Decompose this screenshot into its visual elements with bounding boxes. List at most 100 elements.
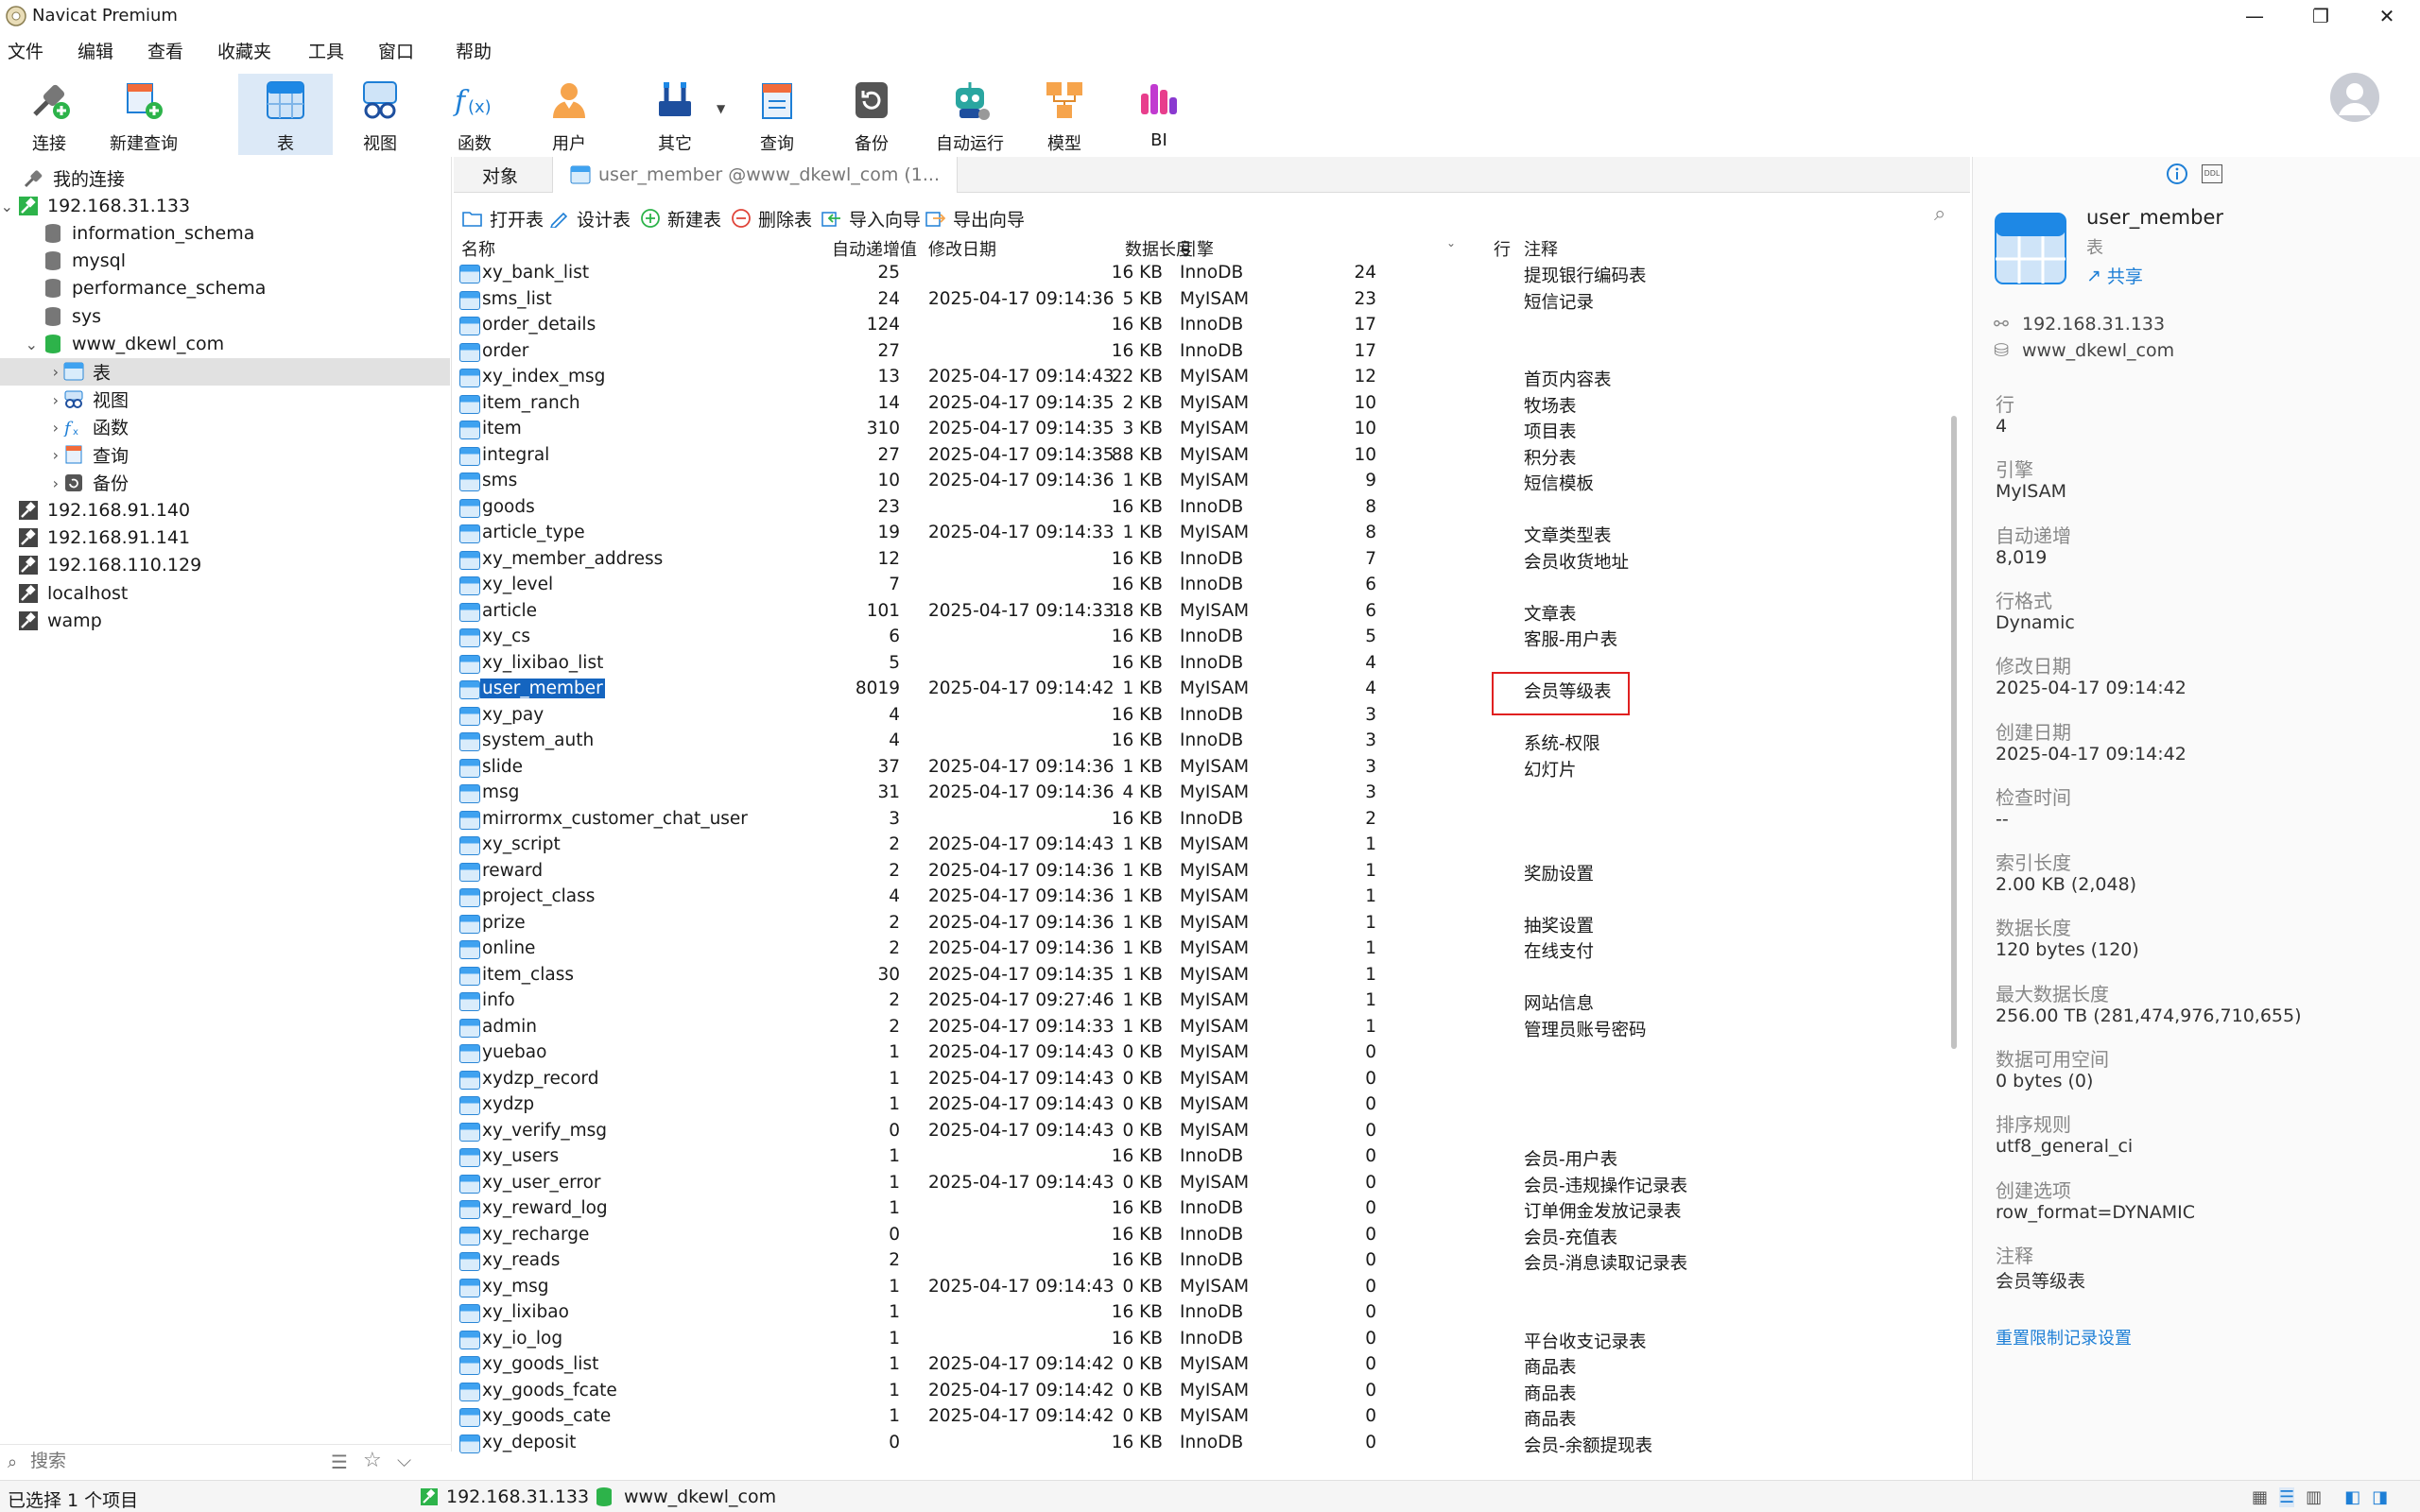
tree-item-192-168-31-133[interactable]: ⌄ 192.168.31.133 bbox=[0, 192, 450, 219]
toolbar-other-button[interactable]: 其它 bbox=[628, 74, 722, 155]
menu-help[interactable]: 帮助 bbox=[456, 38, 492, 63]
tree-item-[interactable]: › f x 函数 bbox=[0, 413, 450, 440]
open-table-button[interactable]: 打开表 bbox=[461, 204, 544, 232]
menu-view[interactable]: 查看 bbox=[147, 38, 183, 63]
expand-chevron-icon[interactable]: › bbox=[0, 389, 62, 410]
tree-item-[interactable]: › 表 bbox=[0, 357, 450, 386]
table-row[interactable]: xy_reward_log 1 16 KB InnoDB 0 订单佣金发放记录表 bbox=[454, 1196, 1947, 1223]
tree-search-input[interactable] bbox=[30, 1449, 314, 1473]
tree-item-performance-schema[interactable]: performance_schema bbox=[0, 275, 450, 302]
toolbar-query-button[interactable]: 查询 bbox=[730, 74, 824, 155]
tree-item-localhost[interactable]: localhost bbox=[0, 579, 450, 607]
import-wizard-button[interactable]: 导入向导 bbox=[821, 204, 921, 232]
toolbar-automation-button[interactable]: 自动运行 bbox=[921, 74, 1019, 155]
other-dropdown-arrow-icon[interactable]: ▼ bbox=[717, 102, 725, 115]
tree-item-www-dkewl-com[interactable]: ⌄ www_dkewl_com bbox=[0, 331, 450, 358]
expand-chevron-icon[interactable]: ⌄ bbox=[0, 334, 42, 354]
expand-chevron-icon[interactable]: › bbox=[0, 472, 62, 493]
ddl-tab-icon[interactable]: DDL bbox=[2202, 164, 2222, 183]
table-row[interactable]: item_ranch 14 2025-04-17 09:14:35 2 KB MyISA… bbox=[454, 391, 1947, 418]
list-view-icon[interactable]: ☰ bbox=[2279, 1487, 2295, 1507]
favorite-star-icon[interactable]: ☆ bbox=[363, 1449, 382, 1472]
tree-item-mysql[interactable]: mysql bbox=[0, 248, 450, 275]
tab-objects[interactable]: 对象 bbox=[465, 157, 535, 193]
expand-chevron-icon[interactable]: ⌄ bbox=[0, 196, 17, 216]
table-row[interactable]: admin 2 2025-04-17 09:14:33 1 KB MyISAM 1 管理员账… bbox=[454, 1015, 1947, 1041]
col-header-name[interactable]: 名称 bbox=[461, 236, 495, 260]
table-row[interactable]: xy_verify_msg 0 2025-04-17 09:14:43 0 KB MyI… bbox=[454, 1119, 1947, 1145]
export-wizard-button[interactable]: 导出向导 bbox=[925, 204, 1025, 232]
menu-file[interactable]: 文件 bbox=[8, 38, 43, 63]
tree-item-192-168-91-141[interactable]: 192.168.91.141 bbox=[0, 524, 450, 552]
toolbar-function-button[interactable]: f (x) 函数 bbox=[427, 74, 522, 155]
table-row[interactable]: msg 31 2025-04-17 09:14:36 4 KB MyISAM 3 bbox=[454, 781, 1947, 807]
info-tab-icon[interactable] bbox=[2166, 163, 2188, 185]
table-row[interactable]: xy_msg 1 2025-04-17 09:14:43 0 KB MyISAM 0 bbox=[454, 1275, 1947, 1301]
toggle-right-pane-icon[interactable]: ◨ bbox=[2372, 1487, 2388, 1507]
table-row[interactable]: xydzp_record 1 2025-04-17 09:14:43 0 KB MyIS… bbox=[454, 1067, 1947, 1093]
tree-item-192-168-91-140[interactable]: 192.168.91.140 bbox=[0, 496, 450, 524]
tree-item-[interactable]: › 备份 bbox=[0, 469, 450, 496]
tree-root-my-connections[interactable]: 我的连接 bbox=[0, 164, 450, 192]
new-table-button[interactable]: 新建表 bbox=[639, 204, 721, 232]
maximize-button[interactable]: ❐ bbox=[2288, 0, 2354, 32]
reset-limit-link[interactable]: 重置限制记录设置 bbox=[1996, 1325, 2132, 1349]
table-row[interactable]: xy_deposit 0 16 KB InnoDB 0 会员-余额提现表 bbox=[454, 1431, 1947, 1457]
table-row[interactable]: item_class 30 2025-04-17 09:14:35 1 KB MyISA… bbox=[454, 963, 1947, 989]
table-row[interactable]: xy_member_address 12 16 KB InnoDB 7 会员收货地址 bbox=[454, 547, 1947, 574]
minimize-button[interactable]: — bbox=[2221, 0, 2288, 32]
table-row[interactable]: mirrormx_customer_chat_user 3 16 KB InnoDB 2 bbox=[454, 807, 1947, 833]
toolbar-table-button[interactable]: 表 bbox=[238, 74, 333, 155]
table-row[interactable]: article 101 2025-04-17 09:14:33 18 KB MyISAM… bbox=[454, 599, 1947, 626]
table-row[interactable]: xy_user_error 1 2025-04-17 09:14:43 0 KB MyI… bbox=[454, 1171, 1947, 1197]
col-header-engine[interactable]: 引擎 bbox=[1180, 236, 1214, 260]
table-row[interactable]: xy_reads 2 16 KB InnoDB 0 会员-消息读取记录表 bbox=[454, 1248, 1947, 1275]
table-row[interactable]: reward 2 2025-04-17 09:14:36 1 KB MyISAM 1 奖励设… bbox=[454, 859, 1947, 885]
toolbar-bi-button[interactable]: BI bbox=[1112, 74, 1206, 155]
collapse-icon[interactable]: ⌵ bbox=[397, 1449, 411, 1471]
table-row[interactable]: slide 37 2025-04-17 09:14:36 1 KB MyISAM 3 幻灯片 bbox=[454, 755, 1947, 782]
table-row[interactable]: prize 2 2025-04-17 09:14:36 1 KB MyISAM 1 抽奖设置 bbox=[454, 911, 1947, 937]
tree-item-192-168-110-129[interactable]: 192.168.110.129 bbox=[0, 552, 450, 579]
table-row[interactable]: xy_cs 6 16 KB InnoDB 5 客服-用户表 bbox=[454, 625, 1947, 651]
tree-item-[interactable]: › 视图 bbox=[0, 386, 450, 413]
tree-item-sys[interactable]: sys bbox=[0, 302, 450, 330]
table-row[interactable]: xy_lixibao 1 16 KB InnoDB 0 bbox=[454, 1300, 1947, 1327]
table-row[interactable]: xy_users 1 16 KB InnoDB 0 会员-用户表 bbox=[454, 1144, 1947, 1171]
tree-item-[interactable]: › 查询 bbox=[0, 441, 450, 469]
toolbar-view-button[interactable]: 视图 bbox=[333, 74, 427, 155]
col-header-modified[interactable]: 修改日期 bbox=[928, 236, 996, 260]
table-row[interactable]: integral 27 2025-04-17 09:14:35 88 KB MyISAM… bbox=[454, 443, 1947, 470]
table-row[interactable]: xy_level 7 16 KB InnoDB 6 bbox=[454, 573, 1947, 599]
expand-chevron-icon[interactable]: › bbox=[0, 417, 62, 438]
share-link[interactable]: ↗ 共享 bbox=[2086, 263, 2143, 288]
table-row[interactable]: online 2 2025-04-17 09:14:36 1 KB MyISAM 1 在线支… bbox=[454, 936, 1947, 963]
col-header-auto-increment[interactable]: 自动递增值 bbox=[832, 236, 917, 260]
tree-item-wamp[interactable]: wamp bbox=[0, 608, 450, 635]
table-row[interactable]: item 310 2025-04-17 09:14:35 3 KB MyISAM 10 项目… bbox=[454, 417, 1947, 443]
table-row[interactable]: user_member 8019 2025-04-17 09:14:42 1 KB My… bbox=[454, 677, 1947, 703]
avatar[interactable] bbox=[2329, 72, 2380, 123]
table-row[interactable]: article_type 19 2025-04-17 09:14:33 1 KB MyI… bbox=[454, 521, 1947, 547]
table-row[interactable]: xydzp 1 2025-04-17 09:14:43 0 KB MyISAM 0 bbox=[454, 1092, 1947, 1119]
table-row[interactable]: order_details 124 16 KB InnoDB 17 bbox=[454, 313, 1947, 339]
toolbar-model-button[interactable]: 模型 bbox=[1017, 74, 1112, 155]
table-row[interactable]: xy_script 2 2025-04-17 09:14:43 1 KB MyISAM 1 bbox=[454, 833, 1947, 859]
filter-icon[interactable]: ☰ bbox=[331, 1451, 348, 1473]
toolbar-backup-button[interactable]: 备份 bbox=[824, 74, 919, 155]
toolbar-new-query-button[interactable]: 新建查询 bbox=[96, 74, 191, 155]
close-button[interactable]: ✕ bbox=[2354, 0, 2420, 32]
object-search-icon[interactable]: ⌕ bbox=[1934, 202, 1945, 226]
table-row[interactable]: yuebao 1 2025-04-17 09:14:43 0 KB MyISAM 0 bbox=[454, 1040, 1947, 1067]
delete-table-button[interactable]: 删除表 bbox=[730, 204, 812, 232]
table-row[interactable]: xy_lixibao_list 5 16 KB InnoDB 4 bbox=[454, 651, 1947, 678]
menu-favorites[interactable]: 收藏夹 bbox=[217, 38, 271, 63]
table-row[interactable]: info 2 2025-04-17 09:27:46 1 KB MyISAM 1 网站信息 bbox=[454, 988, 1947, 1015]
menu-window[interactable]: 窗口 bbox=[378, 38, 414, 63]
col-header-rows[interactable]: 行 bbox=[1494, 236, 1511, 260]
design-table-button[interactable]: 设计表 bbox=[548, 204, 631, 232]
table-row[interactable]: xy_pay 4 16 KB InnoDB 3 bbox=[454, 703, 1947, 730]
toolbar-connect-button[interactable]: 连接 bbox=[2, 74, 96, 155]
table-row[interactable]: goods 23 16 KB InnoDB 8 bbox=[454, 495, 1947, 522]
table-row[interactable]: sms 10 2025-04-17 09:14:36 1 KB MyISAM 9 短信模板 bbox=[454, 469, 1947, 495]
